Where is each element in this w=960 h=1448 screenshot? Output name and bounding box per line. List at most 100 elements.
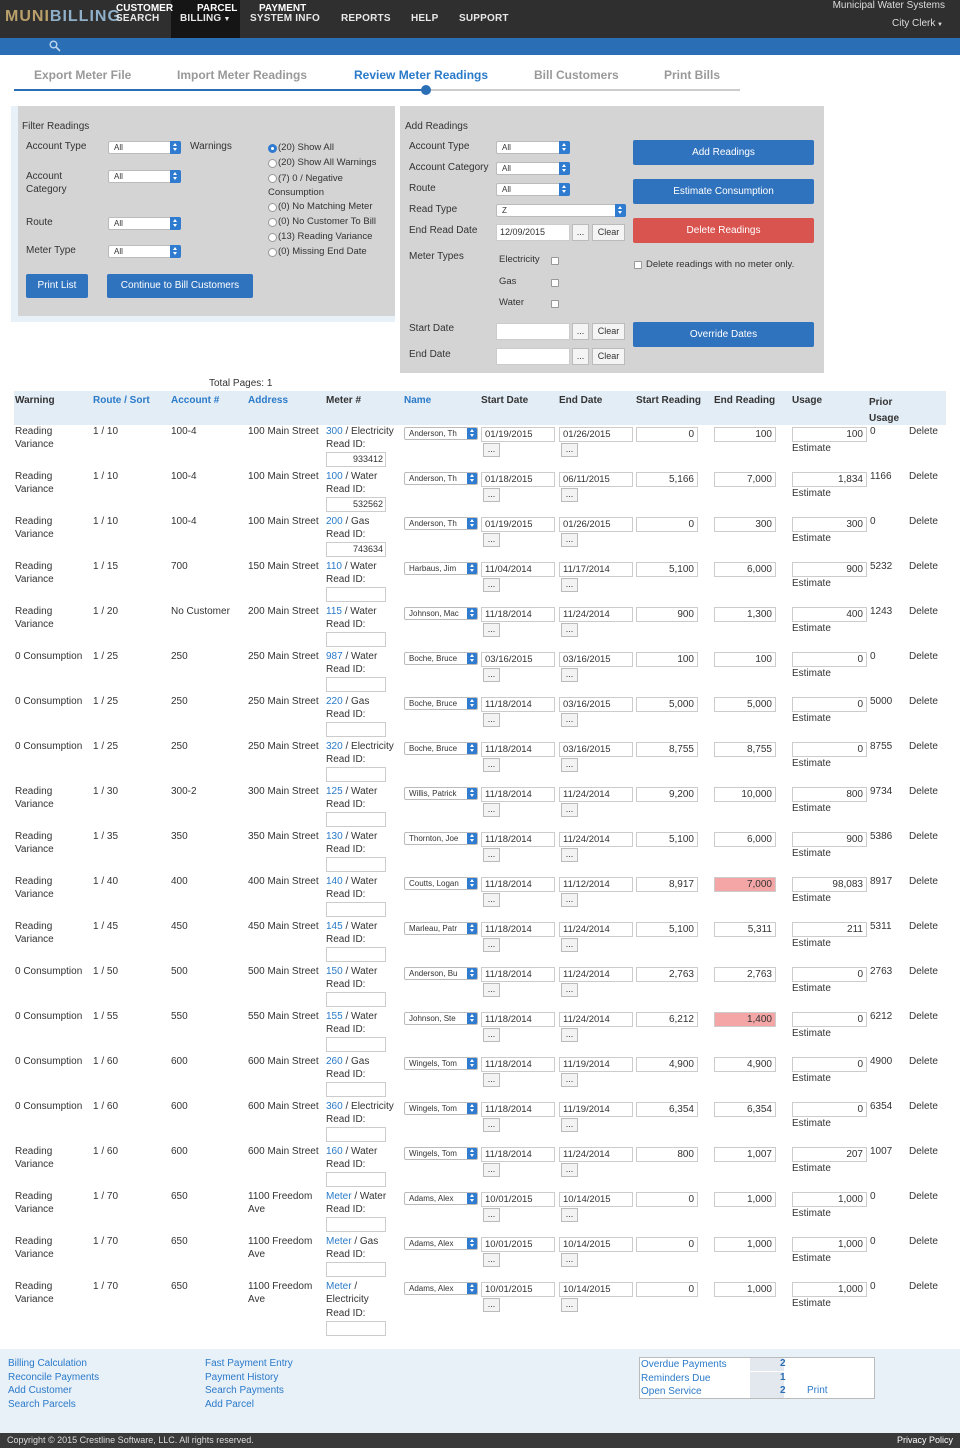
- start-reading-input[interactable]: 8,917: [636, 877, 698, 892]
- start-date-input[interactable]: 10/01/2015: [481, 1282, 555, 1297]
- account-link[interactable]: 400: [171, 876, 188, 887]
- address-link[interactable]: 250 Main Street: [248, 651, 319, 662]
- usage-input[interactable]: 1,000: [792, 1282, 867, 1297]
- start-reading-input[interactable]: 4,900: [636, 1057, 698, 1072]
- end-date-input[interactable]: 11/24/2014: [559, 607, 633, 622]
- estimate-link[interactable]: Estimate: [792, 1208, 831, 1219]
- end-date-input[interactable]: 03/16/2015: [559, 652, 633, 667]
- account-link[interactable]: 250: [171, 651, 188, 662]
- meter-link[interactable]: Meter: [326, 1191, 352, 1202]
- meter-link[interactable]: 220: [326, 696, 343, 707]
- usage-input[interactable]: 900: [792, 832, 867, 847]
- name-select[interactable]: Johnson, Ste: [404, 1012, 478, 1025]
- end-reading-input[interactable]: 6,000: [714, 832, 776, 847]
- read-id-input[interactable]: 743634: [326, 542, 386, 557]
- read-id-input[interactable]: [326, 722, 386, 737]
- start-reading-input[interactable]: 5,166: [636, 472, 698, 487]
- start-date-picker-button[interactable]: ...: [483, 1163, 500, 1177]
- user-menu[interactable]: City Clerk ▼: [892, 18, 943, 29]
- end-date-input[interactable]: 11/24/2014: [559, 1012, 633, 1027]
- end-date-input[interactable]: 11/24/2014: [559, 1147, 633, 1162]
- delete-link[interactable]: Delete: [909, 471, 938, 482]
- end-date-input[interactable]: 01/26/2015: [559, 427, 633, 442]
- address-link[interactable]: 450 Main Street: [248, 921, 319, 932]
- address-link[interactable]: Ave: [248, 1249, 265, 1260]
- start-date-input[interactable]: 10/01/2015: [481, 1192, 555, 1207]
- end-date-input[interactable]: [496, 348, 570, 365]
- name-select[interactable]: Adams, Alex: [404, 1237, 478, 1250]
- stats-print-link[interactable]: Print: [807, 1385, 828, 1396]
- start-date-input[interactable]: 01/19/2015: [481, 427, 555, 442]
- start-reading-input[interactable]: 0: [636, 1237, 698, 1252]
- warning-radio[interactable]: [268, 248, 277, 257]
- start-date-input[interactable]: 11/18/2014: [481, 1057, 555, 1072]
- meter-link[interactable]: 100: [326, 471, 343, 482]
- start-reading-input[interactable]: 9,200: [636, 787, 698, 802]
- meter-link[interactable]: 200: [326, 516, 343, 527]
- warning-radio[interactable]: [268, 159, 277, 168]
- start-reading-input[interactable]: 900: [636, 607, 698, 622]
- end-date-picker-button[interactable]: ...: [572, 348, 589, 365]
- start-date-input[interactable]: 11/18/2014: [481, 877, 555, 892]
- footer-link[interactable]: Reconcile Payments: [8, 1371, 99, 1385]
- end-date-input[interactable]: 03/16/2015: [559, 742, 633, 757]
- end-date-input[interactable]: 10/14/2015: [559, 1237, 633, 1252]
- name-select[interactable]: Anderson, Th: [404, 472, 478, 485]
- start-date-picker-button[interactable]: ...: [483, 1118, 500, 1132]
- account-link[interactable]: 450: [171, 921, 188, 932]
- end-date-input[interactable]: 11/17/2014: [559, 562, 633, 577]
- name-select[interactable]: Anderson, Th: [404, 517, 478, 530]
- end-reading-input[interactable]: 10,000: [714, 787, 776, 802]
- read-id-input[interactable]: [326, 587, 386, 602]
- start-reading-input[interactable]: 2,763: [636, 967, 698, 982]
- footer-link[interactable]: Search Payments: [205, 1384, 293, 1398]
- delete-link[interactable]: Delete: [909, 921, 938, 932]
- usage-input[interactable]: 300: [792, 517, 867, 532]
- start-reading-input[interactable]: 8,755: [636, 742, 698, 757]
- footer-link[interactable]: Payment History: [205, 1371, 293, 1385]
- usage-input[interactable]: 800: [792, 787, 867, 802]
- end-date-input[interactable]: 11/12/2014: [559, 877, 633, 892]
- column-header[interactable]: Route / Sort: [93, 395, 150, 406]
- estimate-link[interactable]: Estimate: [792, 983, 831, 994]
- meter-link[interactable]: 110: [326, 561, 342, 572]
- address-link[interactable]: 150 Main Street: [248, 561, 319, 572]
- estimate-link[interactable]: Estimate: [792, 713, 831, 724]
- end-reading-input[interactable]: 100: [714, 652, 776, 667]
- start-date-input[interactable]: 11/18/2014: [481, 697, 555, 712]
- read-id-input[interactable]: [326, 1172, 386, 1187]
- address-link[interactable]: 300 Main Street: [248, 786, 319, 797]
- usage-input[interactable]: 900: [792, 562, 867, 577]
- address-link[interactable]: Ave: [248, 1204, 265, 1215]
- read-id-input[interactable]: [326, 1082, 386, 1097]
- footer-link[interactable]: Search Parcels: [8, 1398, 99, 1412]
- account-type-select[interactable]: All: [108, 141, 181, 154]
- start-reading-input[interactable]: 0: [636, 427, 698, 442]
- start-reading-input[interactable]: 6,354: [636, 1102, 698, 1117]
- end-reading-input[interactable]: 1,000: [714, 1282, 776, 1297]
- estimate-link[interactable]: Estimate: [792, 668, 831, 679]
- delete-link[interactable]: Delete: [909, 1236, 938, 1247]
- name-select[interactable]: Coutts, Logan: [404, 877, 478, 890]
- read-id-input[interactable]: [326, 902, 386, 917]
- end-date-picker-button[interactable]: ...: [561, 1298, 578, 1312]
- start-date-input[interactable]: 11/18/2014: [481, 1102, 555, 1117]
- meter-link[interactable]: 125: [326, 786, 343, 797]
- end-date-input[interactable]: 10/14/2015: [559, 1192, 633, 1207]
- estimate-link[interactable]: Estimate: [792, 578, 831, 589]
- continue-to-bill-customers-button[interactable]: Continue to Bill Customers: [107, 274, 253, 298]
- estimate-link[interactable]: Estimate: [792, 1118, 831, 1129]
- start-date-picker-button[interactable]: ...: [572, 323, 589, 340]
- step-bill-customers[interactable]: Bill Customers: [534, 68, 619, 82]
- start-date-input[interactable]: 11/04/2014: [481, 562, 555, 577]
- estimate-link[interactable]: Estimate: [792, 623, 831, 634]
- end-date-input[interactable]: 03/16/2015: [559, 697, 633, 712]
- read-id-input[interactable]: [326, 857, 386, 872]
- account-link[interactable]: 100-4: [171, 471, 197, 482]
- address-link[interactable]: 600 Main Street: [248, 1146, 319, 1157]
- start-date-picker-button[interactable]: ...: [483, 1298, 500, 1312]
- end-date-picker-button[interactable]: ...: [561, 668, 578, 682]
- read-id-input[interactable]: [326, 1321, 386, 1336]
- start-reading-input[interactable]: 5,100: [636, 832, 698, 847]
- end-read-date-picker-button[interactable]: ...: [572, 224, 589, 241]
